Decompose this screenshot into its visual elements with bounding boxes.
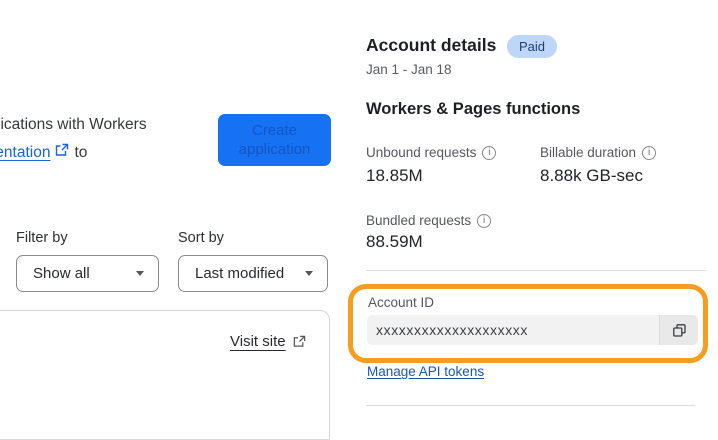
- account-details-title: Account details: [366, 35, 497, 55]
- sort-by-label: Sort by: [178, 230, 224, 246]
- copy-icon: [672, 323, 687, 338]
- account-id-field-row: [367, 315, 698, 345]
- intro-text-line2: cumentation to: [0, 143, 87, 162]
- sort-dropdown[interactable]: Last modified: [178, 255, 328, 292]
- filter-by-label: Filter by: [16, 230, 68, 246]
- bundled-requests-value: 88.59M: [366, 232, 423, 251]
- external-link-icon: [293, 335, 306, 348]
- stat-label-text: Unbound requests: [366, 145, 477, 160]
- external-link-icon: [55, 143, 69, 162]
- stat-label-text: Bundled requests: [366, 213, 472, 228]
- manage-api-tokens-link[interactable]: Manage API tokens: [367, 364, 484, 379]
- visit-site-container: Visit site: [230, 333, 306, 350]
- info-icon[interactable]: i: [482, 145, 497, 160]
- unbound-requests-value: 18.85M: [366, 166, 423, 185]
- sort-dropdown-value: Last modified: [195, 265, 285, 282]
- copy-account-id-button[interactable]: [659, 315, 698, 345]
- visit-site-link[interactable]: Visit site: [230, 333, 286, 350]
- unbound-requests-label: Unbound requests i: [366, 145, 497, 160]
- divider: [366, 270, 707, 271]
- documentation-link[interactable]: cumentation: [0, 144, 50, 162]
- chevron-down-icon: [305, 271, 313, 276]
- account-id-label: Account ID: [368, 295, 435, 310]
- intro-text-suffix: to: [74, 143, 88, 161]
- info-icon[interactable]: i: [642, 145, 657, 160]
- divider: [366, 405, 695, 406]
- create-application-button[interactable]: Create application: [218, 114, 331, 166]
- filter-dropdown-value: Show all: [33, 265, 90, 282]
- billing-date-range: Jan 1 - Jan 18: [366, 62, 452, 77]
- project-card: [0, 310, 330, 440]
- info-icon[interactable]: i: [477, 213, 492, 228]
- billable-duration-label: Billable duration i: [540, 145, 657, 160]
- paid-status-badge: Paid: [507, 35, 558, 58]
- filter-dropdown[interactable]: Show all: [16, 255, 159, 292]
- intro-text-line1: lications with Workers: [0, 116, 147, 133]
- account-id-input[interactable]: [367, 315, 659, 345]
- chevron-down-icon: [136, 271, 144, 276]
- bundled-requests-label: Bundled requests i: [366, 213, 492, 228]
- stat-label-text: Billable duration: [540, 145, 637, 160]
- workers-pages-functions-title: Workers & Pages functions: [366, 100, 581, 118]
- billable-duration-value: 8.88k GB-sec: [540, 166, 643, 185]
